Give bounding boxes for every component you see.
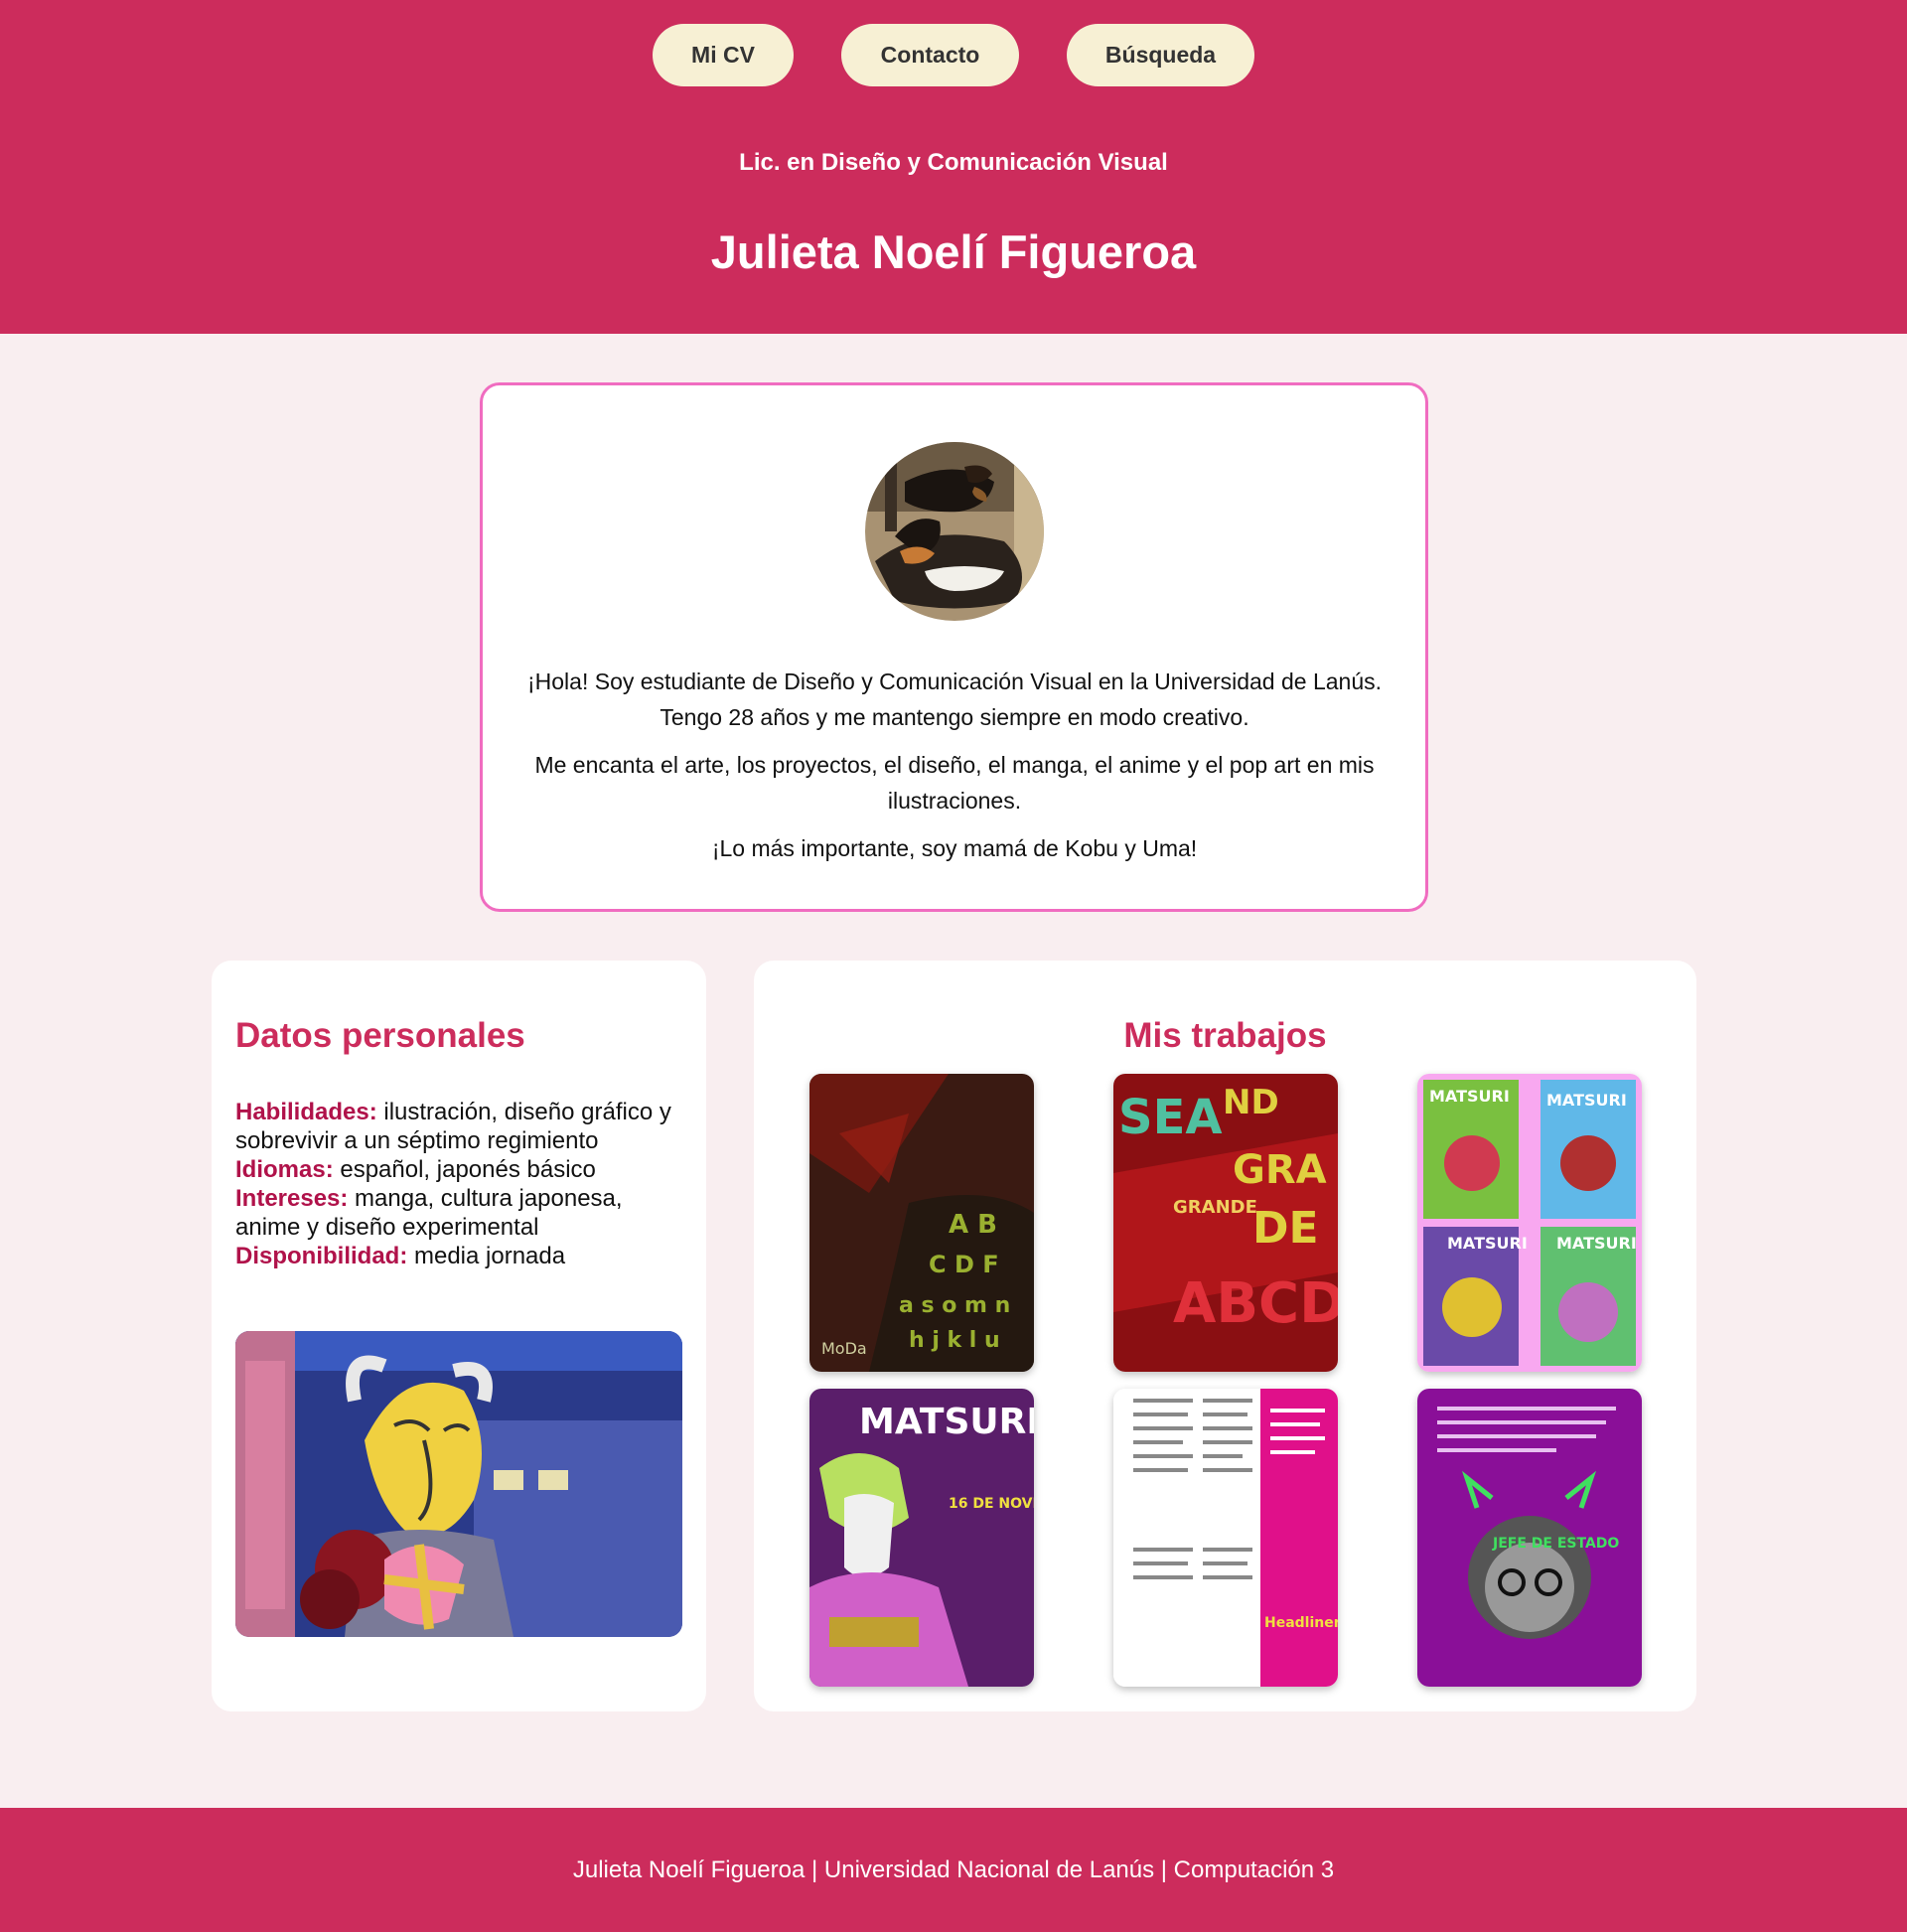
about-paragraph: ¡Hola! Soy estudiante de Diseño y Comuni… bbox=[526, 669, 1383, 730]
personal-data-value: media jornada bbox=[407, 1243, 566, 1269]
svg-text:GRA: GRA bbox=[1233, 1147, 1327, 1193]
svg-text:SEA: SEA bbox=[1118, 1090, 1223, 1145]
footer-text: Julieta Noelí Figueroa | Universidad Nac… bbox=[572, 1856, 1335, 1883]
poster-label: MATSURI bbox=[859, 1402, 1034, 1442]
poster-label: JEFE DE ESTADO bbox=[1492, 1536, 1619, 1552]
nav-button-busqueda[interactable]: Búsqueda bbox=[1067, 24, 1254, 86]
poster-label: MATSURI bbox=[1447, 1234, 1528, 1253]
svg-text:C D F: C D F bbox=[929, 1251, 999, 1278]
page-title: Julieta Noelí Figueroa bbox=[710, 225, 1197, 278]
svg-text:h j k l u: h j k l u bbox=[909, 1328, 1000, 1353]
header-subtitle: Lic. en Diseño y Comunicación Visual bbox=[739, 149, 1168, 176]
personal-data-item: Idiomas: español, japonés básico bbox=[235, 1155, 692, 1184]
personal-data-card: Datos personales Habilidades: ilustració… bbox=[212, 961, 706, 1711]
main-nav: Mi CV Contacto Búsqueda bbox=[0, 24, 1907, 86]
svg-text:ABCD: ABCD bbox=[1173, 1271, 1338, 1336]
poster-label: Headliner bbox=[1264, 1615, 1338, 1631]
poster-collage-image: MATSURI MATSURI MATSURI MATSURI bbox=[1417, 1074, 1642, 1372]
meme-image bbox=[235, 1331, 682, 1637]
dogs-photo-image bbox=[865, 442, 1044, 621]
svg-text:ND: ND bbox=[1223, 1083, 1279, 1122]
svg-text:a s o m n: a s o m n bbox=[899, 1293, 1010, 1318]
poster-label: MoDa bbox=[821, 1339, 867, 1358]
poster-label: MATSURI bbox=[1429, 1087, 1510, 1106]
personal-data-list: Habilidades: ilustración, diseño gráfico… bbox=[235, 1098, 692, 1270]
poster-image: MATSURI 16 DE NOVIEMBRE 10 AM bbox=[809, 1389, 1034, 1687]
poster-label: MATSURI bbox=[1546, 1091, 1627, 1110]
work-thumbnail[interactable]: MATSURI 16 DE NOVIEMBRE 10 AM bbox=[809, 1389, 1034, 1687]
work-thumbnail[interactable]: JEFE DE ESTADO bbox=[1417, 1389, 1642, 1687]
works-card: Mis trabajos A B C D F a s o m n h j k l… bbox=[754, 961, 1696, 1711]
poster-date: 16 DE NOVIEMBRE 10 AM bbox=[949, 1496, 1034, 1512]
personal-data-item: Habilidades: ilustración, diseño gráfico… bbox=[235, 1098, 692, 1155]
personal-data-label: Habilidades: bbox=[235, 1099, 377, 1125]
work-thumbnail[interactable]: MATSURI MATSURI MATSURI MATSURI bbox=[1417, 1074, 1642, 1372]
about-text: ¡Hola! Soy estudiante de Diseño y Comuni… bbox=[513, 664, 1396, 878]
about-paragraph: Me encanta el arte, los proyectos, el di… bbox=[534, 752, 1375, 814]
about-card: ¡Hola! Soy estudiante de Diseño y Comuni… bbox=[480, 382, 1428, 912]
svg-text:DE: DE bbox=[1252, 1203, 1319, 1254]
personal-data-label: Idiomas: bbox=[235, 1156, 334, 1183]
about-paragraph: ¡Lo más importante, soy mamá de Kobu y U… bbox=[711, 835, 1198, 861]
personal-data-item: Intereses: manga, cultura japonesa, anim… bbox=[235, 1184, 692, 1242]
poster-image: A B C D F a s o m n h j k l u MoDa bbox=[809, 1074, 1034, 1372]
svg-text:A B: A B bbox=[949, 1210, 997, 1240]
site-footer: Julieta Noelí Figueroa | Universidad Nac… bbox=[0, 1808, 1907, 1932]
personal-data-value: español, japonés básico bbox=[333, 1156, 596, 1183]
works-title: Mis trabajos bbox=[1123, 1016, 1327, 1055]
avatar bbox=[865, 442, 1044, 621]
personal-data-label: Intereses: bbox=[235, 1185, 349, 1212]
poster-image: SEA ND GRA DE ABCD GRANDE bbox=[1113, 1074, 1338, 1372]
poster-image: JEFE DE ESTADO bbox=[1417, 1389, 1642, 1687]
schedule-poster-image: Headliner bbox=[1113, 1389, 1338, 1687]
personal-data-label: Disponibilidad: bbox=[235, 1243, 408, 1269]
nav-button-cv[interactable]: Mi CV bbox=[653, 24, 794, 86]
poster-label: GRANDE bbox=[1173, 1197, 1257, 1218]
cartoon-character-image bbox=[235, 1331, 682, 1637]
work-thumbnail[interactable]: A B C D F a s o m n h j k l u MoDa bbox=[809, 1074, 1034, 1372]
personal-data-item: Disponibilidad: media jornada bbox=[235, 1242, 692, 1270]
personal-data-title: Datos personales bbox=[235, 1016, 525, 1055]
site-header: Mi CV Contacto Búsqueda Lic. en Diseño y… bbox=[0, 0, 1907, 334]
poster-label: MATSURI bbox=[1556, 1234, 1637, 1253]
work-thumbnail[interactable]: SEA ND GRA DE ABCD GRANDE bbox=[1113, 1074, 1338, 1372]
nav-button-contacto[interactable]: Contacto bbox=[841, 24, 1019, 86]
work-thumbnail[interactable]: Headliner bbox=[1113, 1389, 1338, 1687]
